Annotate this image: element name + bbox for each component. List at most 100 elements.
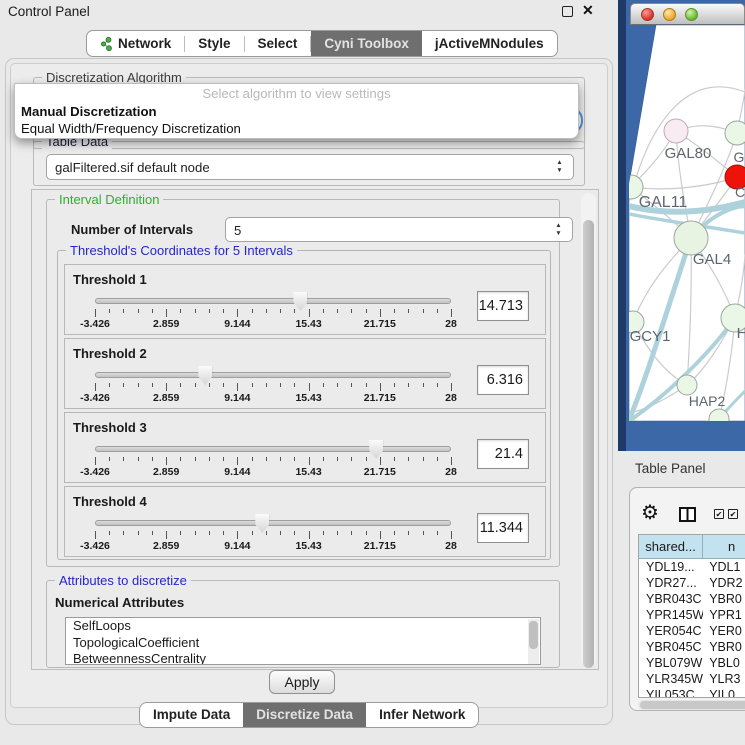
threshold-value-field[interactable]: 6.316 — [477, 365, 529, 395]
tick-label: 9.144 — [224, 540, 250, 552]
table-row[interactable]: YPR145WYPR1 — [639, 607, 745, 623]
slider-ticks — [95, 383, 451, 392]
table-hscrollbar[interactable] — [638, 700, 745, 710]
tab-style[interactable]: Style — [185, 30, 243, 57]
list-scrollbar-thumb[interactable] — [529, 621, 538, 649]
apply-button[interactable]: Apply — [269, 670, 335, 694]
table-cell[interactable]: YBL0 — [703, 655, 745, 671]
threshold-value-field[interactable]: 11.344 — [477, 513, 529, 543]
bottom-tab-discretize-data[interactable]: Discretize Data — [243, 702, 366, 728]
threshold-value-field[interactable]: 21.4 — [477, 439, 529, 469]
interval-definition-group: Interval Definition Number of Intervals … — [46, 199, 560, 567]
column-header[interactable]: shared... — [639, 535, 703, 559]
table-cell[interactable]: YBR043C — [639, 591, 703, 607]
popup-option-manual-discretization[interactable]: Manual Discretization — [21, 104, 157, 121]
split-columns-icon[interactable] — [679, 507, 696, 522]
table-cell[interactable]: YPR1 — [703, 607, 745, 623]
network-node-gal4[interactable] — [674, 221, 708, 255]
network-node-g[interactable] — [725, 121, 745, 145]
tick-mark — [166, 309, 167, 317]
network-node-gal80[interactable] — [664, 119, 688, 143]
bottom-tab-impute-data[interactable]: Impute Data — [140, 702, 243, 728]
slider-ticks — [95, 531, 451, 540]
tick-mark — [351, 457, 352, 461]
table-row[interactable]: YDR27...YDR2 — [639, 575, 745, 591]
tick-mark — [209, 457, 210, 461]
close-icon[interactable]: ✕ — [582, 2, 594, 19]
table-panel-title: Table Panel — [635, 461, 706, 476]
number-of-intervals-combobox[interactable]: 5 ▲▼ — [225, 217, 573, 242]
tick-label: 2.859 — [153, 392, 179, 404]
tick-mark — [266, 309, 267, 313]
table-cell[interactable]: YDL19... — [639, 559, 703, 575]
tick-mark — [266, 457, 267, 461]
network-canvas[interactable]: GAL80GCGAL11GAL4GCY1HHAP2 — [619, 0, 745, 451]
table-data-combobox[interactable]: galFiltered.sif default node ▲▼ — [46, 154, 574, 180]
slider-ticks — [95, 309, 451, 318]
tick-label: 2.859 — [153, 540, 179, 552]
table-cell[interactable]: YIL0 — [703, 687, 745, 698]
gear-icon[interactable]: ⚙ — [641, 503, 659, 523]
bottom-tab-infer-network[interactable]: Infer Network — [366, 702, 478, 728]
panel-scrollbar-thumb[interactable] — [583, 220, 594, 668]
checkbox-icon[interactable]: ✔ — [728, 509, 738, 519]
tick-mark — [152, 309, 153, 313]
tick-label: 21.715 — [364, 318, 396, 330]
table-row[interactable]: YIL053CYIL0 — [639, 687, 745, 698]
stepper-arrows-icon[interactable]: ▲▼ — [555, 159, 564, 175]
tab-network[interactable]: Network — [87, 30, 184, 57]
stepper-arrows-icon[interactable]: ▲▼ — [554, 222, 563, 238]
table-cell[interactable]: YBR0 — [703, 591, 745, 607]
threshold-value-field[interactable]: 14.713 — [477, 291, 529, 321]
column-header[interactable]: n — [703, 535, 745, 559]
table-row[interactable]: YBL079WYBL0 — [639, 655, 745, 671]
tab-jactivemnodules[interactable]: jActiveMNodules — [422, 30, 557, 57]
slider-tick-labels: -3.4262.8599.14415.4321.71528 — [95, 540, 451, 551]
list-scrollbar[interactable] — [528, 619, 539, 665]
table-cell[interactable]: YBR045C — [639, 639, 703, 655]
table-cell[interactable]: YBR0 — [703, 639, 745, 655]
table-row[interactable]: YBR045CYBR0 — [639, 639, 745, 655]
list-item[interactable]: SelfLoops — [66, 618, 540, 635]
tab-select[interactable]: Select — [245, 30, 311, 57]
table-cell[interactable]: YBL079W — [639, 655, 703, 671]
table-cell[interactable]: YIL053C — [639, 687, 703, 698]
checkbox-icon[interactable]: ✔ — [714, 509, 724, 519]
algorithm-dropdown-popup: Select algorithm to view settings Manual… — [14, 83, 579, 139]
tick-mark — [252, 457, 253, 461]
table-panel: ⚙ ✔ ✔ shared...n YDL19...YDL1YDR27...YDR… — [629, 487, 745, 711]
popup-option-equal-width-frequency-discretization[interactable]: Equal Width/Frequency Discretization — [21, 121, 241, 138]
tick-mark — [408, 457, 409, 461]
network-node-hap2[interactable] — [677, 375, 697, 395]
list-item[interactable]: BetweennessCentrality — [66, 651, 540, 665]
table-cell[interactable]: YDL1 — [703, 559, 745, 575]
network-node[interactable] — [709, 409, 729, 429]
tab-label: Select — [258, 30, 298, 57]
tick-mark — [109, 531, 110, 535]
table-row[interactable]: YDL19...YDL1 — [639, 559, 745, 575]
tick-label: 15.43 — [295, 318, 321, 330]
table-cell[interactable]: YDR2 — [703, 575, 745, 591]
table-cell[interactable]: YER054C — [639, 623, 703, 639]
tick-mark — [237, 457, 238, 465]
float-window-icon[interactable] — [562, 6, 573, 17]
list-item[interactable]: TopologicalCoefficient — [66, 635, 540, 652]
table-header-row: shared...n — [639, 535, 745, 559]
tick-mark — [309, 457, 310, 465]
table-hscrollbar-thumb[interactable] — [640, 701, 745, 709]
tick-mark — [309, 309, 310, 317]
table-cell[interactable]: YLR345W — [639, 671, 703, 687]
table-cell[interactable]: YPR145W — [639, 607, 703, 623]
table-row[interactable]: YLR345WYLR3 — [639, 671, 745, 687]
tab-cyni-toolbox[interactable]: Cyni Toolbox — [311, 30, 422, 57]
control-panel-titlebar: Control Panel ✕ — [0, 0, 619, 22]
table-cell[interactable]: YDR27... — [639, 575, 703, 591]
tick-mark — [351, 383, 352, 387]
table-cell[interactable]: YLR3 — [703, 671, 745, 687]
slider-tick-labels: -3.4262.8599.14415.4321.71528 — [95, 466, 451, 477]
table-cell[interactable]: YER0 — [703, 623, 745, 639]
panel-scrollbar[interactable] — [581, 193, 596, 667]
tick-mark — [323, 383, 324, 387]
table-row[interactable]: YER054CYER0 — [639, 623, 745, 639]
table-row[interactable]: YBR043CYBR0 — [639, 591, 745, 607]
